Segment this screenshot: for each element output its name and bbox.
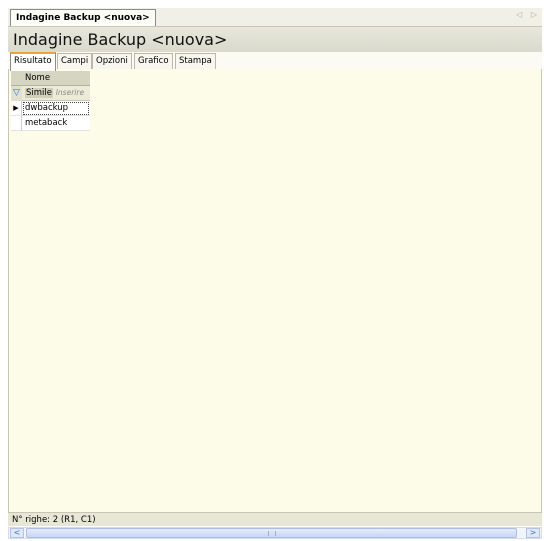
table-row[interactable]: ▶ dwbackup <box>11 101 90 116</box>
results-panel: Nome ▽ Simile Inserire ▶ dwbackup metaba… <box>8 69 542 512</box>
scroll-left-arrow-icon[interactable]: < <box>10 528 24 538</box>
results-grid: Nome ▽ Simile Inserire ▶ dwbackup metaba… <box>11 71 90 131</box>
horizontal-scrollbar[interactable]: < > <box>8 527 542 539</box>
tab-campi[interactable]: Campi <box>57 53 93 69</box>
tab-stampa[interactable]: Stampa <box>175 53 216 69</box>
document-tab[interactable]: Indagine Backup <nuova> <box>10 9 156 26</box>
tab-risultato[interactable]: Risultato <box>10 52 56 71</box>
tab-row: Risultato Campi Opzioni Grafico Stampa <box>8 52 542 71</box>
status-bar: N° righe: 2 (R1, C1) <box>8 512 542 526</box>
scroll-right-arrow-icon[interactable]: > <box>526 528 540 538</box>
grid-header-row: Nome <box>11 71 90 86</box>
cell-nome[interactable]: dwbackup <box>22 101 90 116</box>
cell-nome[interactable]: metaback <box>22 116 90 131</box>
scroll-thumb[interactable] <box>26 528 517 538</box>
table-row[interactable]: metaback <box>11 116 90 131</box>
row-indicator-icon <box>11 116 22 131</box>
funnel-icon[interactable]: ▽ <box>11 86 22 101</box>
header: Indagine Backup <nuova> <box>8 27 542 52</box>
column-header-nome[interactable]: Nome <box>22 71 90 86</box>
filter-cell[interactable]: Simile Inserire <box>22 86 90 101</box>
filter-placeholder: Inserire <box>55 88 85 97</box>
tab-opzioni[interactable]: Opzioni <box>92 53 132 69</box>
tab-grafico[interactable]: Grafico <box>134 53 173 69</box>
header-selector <box>11 71 22 86</box>
row-indicator-icon: ▶ <box>11 101 22 116</box>
grip-icon <box>267 531 276 536</box>
filter-row: ▽ Simile Inserire <box>11 86 90 101</box>
tab-nav-arrows-icon[interactable]: ◁ ▷ <box>516 10 540 19</box>
filter-operator[interactable]: Simile <box>25 88 53 98</box>
page-title: Indagine Backup <nuova> <box>13 30 228 49</box>
document-tabstrip: Indagine Backup <nuova> ◁ ▷ <box>8 8 542 27</box>
